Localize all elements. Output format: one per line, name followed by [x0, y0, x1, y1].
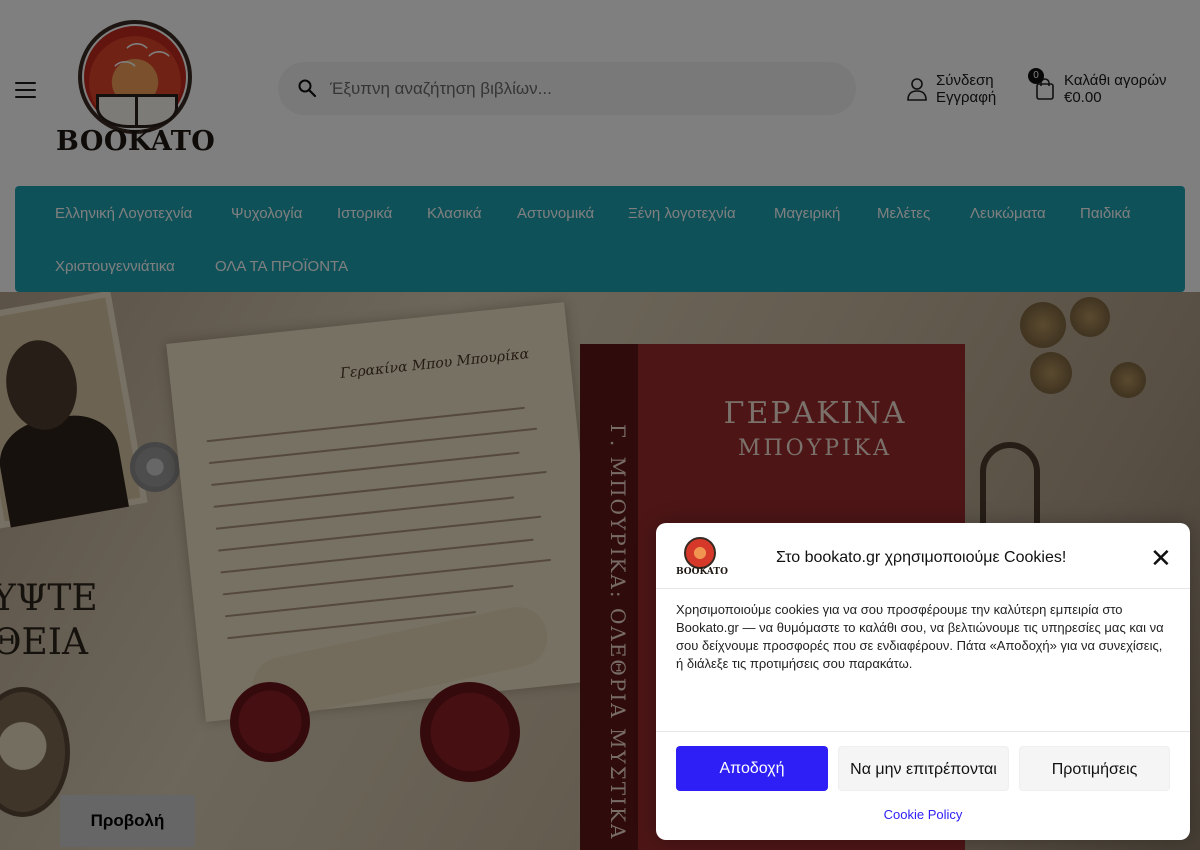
cookie-preferences-button[interactable]: Προτιμήσεις [1019, 746, 1170, 791]
divider [656, 588, 1190, 589]
cookie-policy-link[interactable]: Cookie Policy [666, 807, 1180, 822]
close-icon[interactable]: ✕ [1150, 545, 1172, 571]
cookie-consent-dialog: BOOKATO Στο bookato.gr χρησιμοποιούμε Co… [656, 523, 1190, 840]
cookie-dialog-title: Στο bookato.gr χρησιμοποιούμε Cookies! [776, 549, 1067, 566]
accept-cookies-button[interactable]: Αποδοχή [676, 746, 828, 791]
cookie-dialog-message: Χρησιμοποιούμε cookies για να σου προσφέ… [676, 602, 1164, 671]
deny-cookies-button[interactable]: Να μην επιτρέπονται [838, 746, 1009, 791]
divider [656, 731, 1190, 732]
dialog-logo: BOOKATO [676, 537, 728, 581]
